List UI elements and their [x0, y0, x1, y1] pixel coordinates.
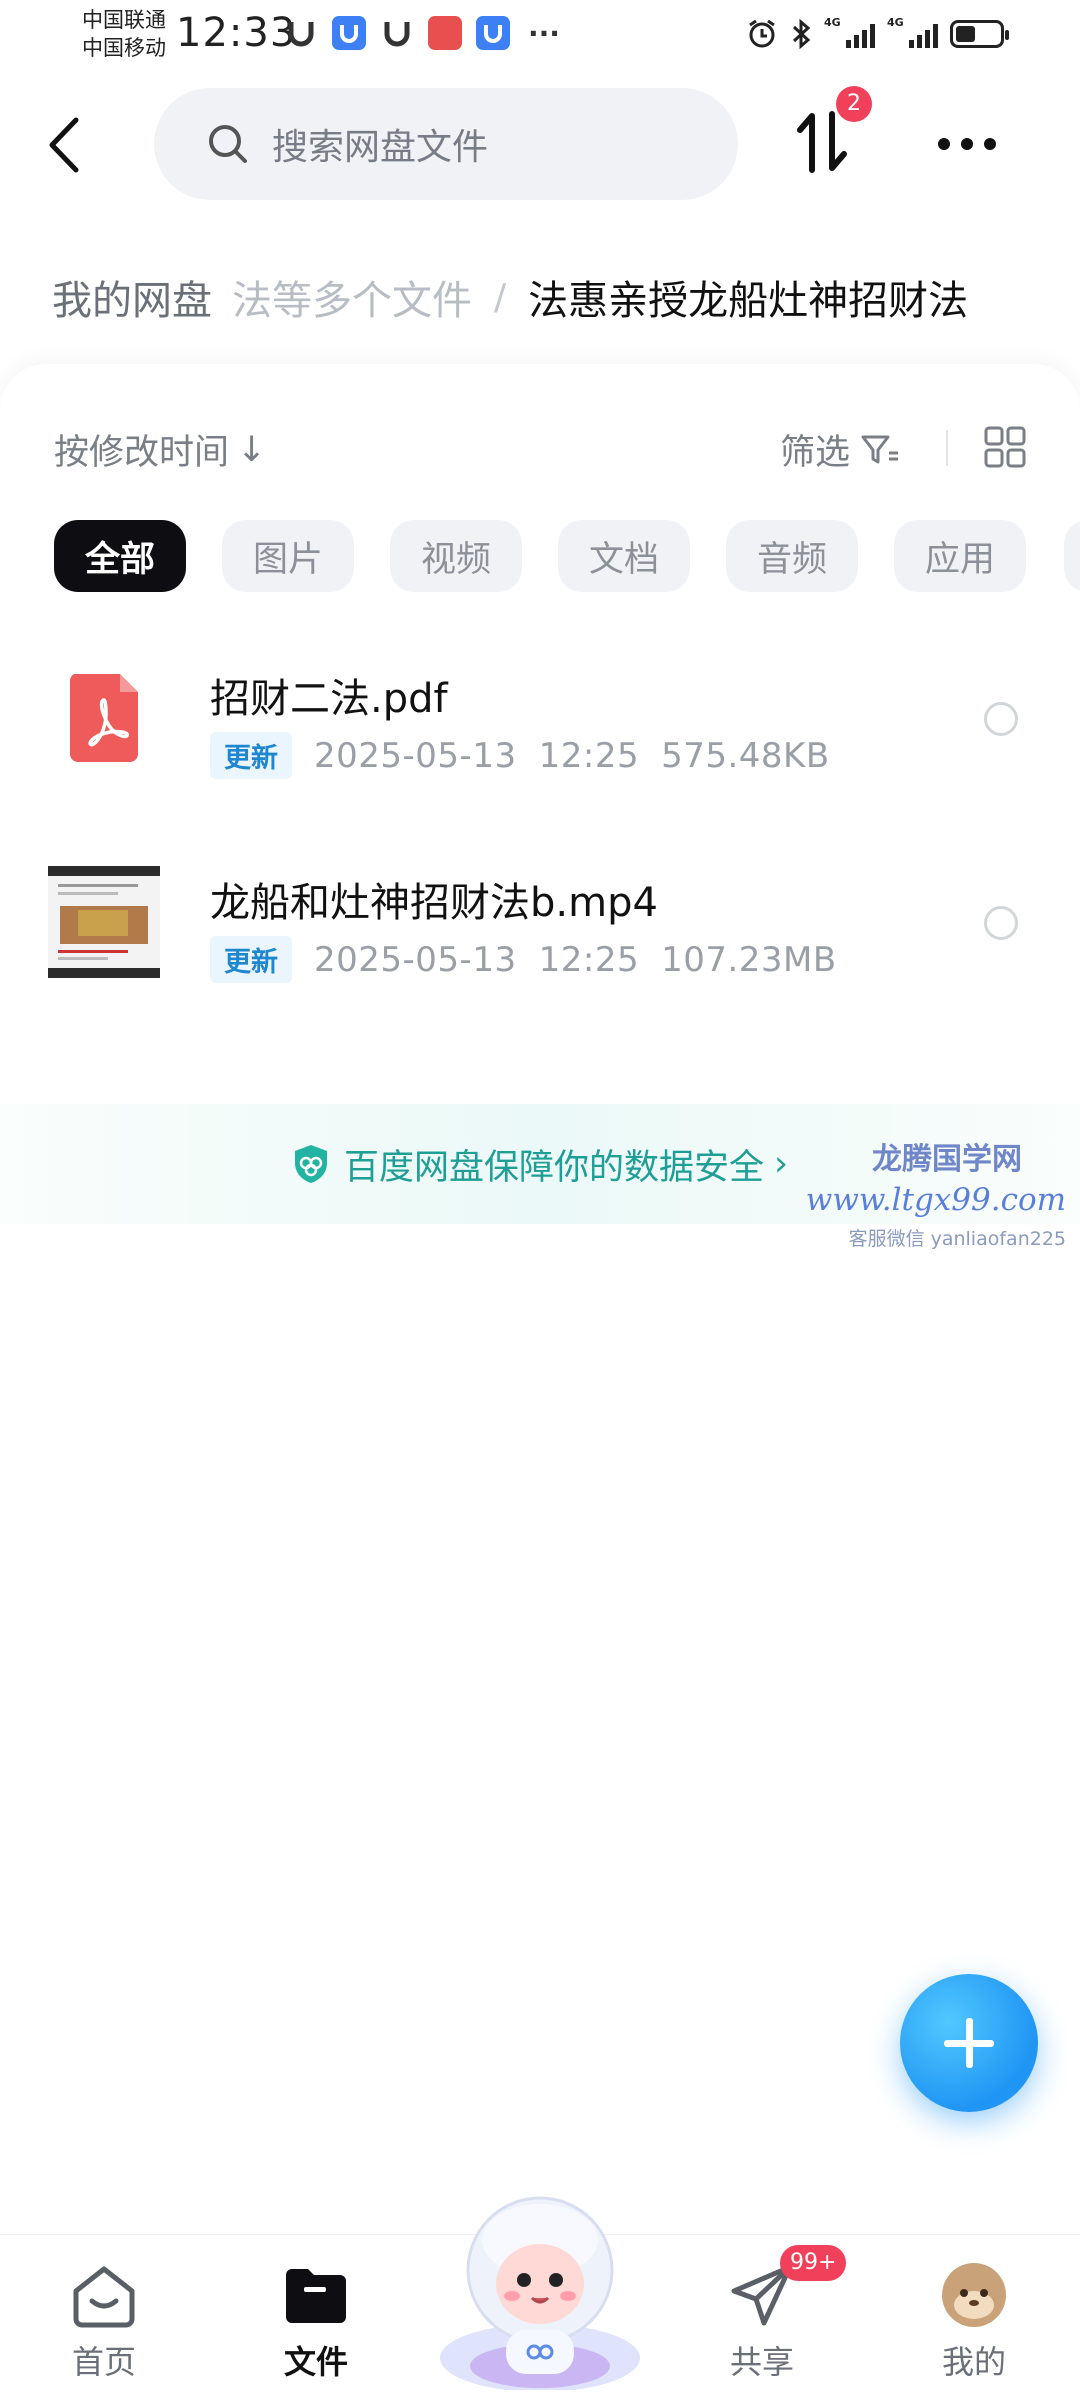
carrier-1: 中国联通 [82, 8, 166, 32]
signal-1-icon: 4G [824, 16, 875, 48]
file-name: 招财二法.pdf [210, 676, 448, 722]
add-button[interactable] [900, 1974, 1038, 2112]
paper-plane-icon: 99+ [726, 2245, 847, 2329]
filter-icon [861, 435, 899, 463]
select-checkbox[interactable] [984, 906, 1018, 940]
more-options-button[interactable] [932, 124, 1002, 164]
tab-mine[interactable]: 我的 [904, 2261, 1044, 2383]
bluetooth-icon [792, 18, 811, 50]
search-icon [209, 125, 247, 163]
chip-images[interactable]: 图片 [222, 520, 354, 592]
category-chips: 全部 图片 视频 文档 音频 应用 [54, 520, 1026, 592]
chip-audio[interactable]: 音频 [726, 520, 858, 592]
watermark-contact: 客服微信 yanliaofan225 [848, 1228, 1066, 1250]
filter-button[interactable]: 筛选 [780, 424, 900, 475]
chip-documents[interactable]: 文档 [558, 520, 690, 592]
watermark-url: www.ltgx99.com [805, 1182, 1066, 1218]
more-notifications-icon: ··· [528, 16, 560, 50]
chip-more-partial[interactable] [1064, 520, 1080, 592]
file-row[interactable]: 龙船和灶神招财法b.mp4 更新 2025-05-13 12:25 107.23… [0, 830, 1080, 1010]
chevron-right-icon: › [774, 1144, 788, 1184]
tab-files[interactable]: 文件 [246, 2261, 386, 2383]
video-thumbnail [48, 866, 160, 978]
app-notification-icon [476, 16, 510, 50]
chip-videos[interactable]: 视频 [390, 520, 522, 592]
pdf-file-icon [48, 662, 160, 774]
tab-mine-label: 我的 [941, 2343, 1006, 2381]
alarm-icon [749, 19, 775, 48]
tab-home[interactable]: 首页 [34, 2261, 174, 2383]
file-meta: 更新 2025-05-13 12:25 575.48KB [210, 732, 830, 779]
watermark-site-name: 龙腾国学网 [872, 1142, 1022, 1177]
tab-files-label: 文件 [283, 2343, 348, 2381]
grid-view-icon [984, 426, 1026, 468]
filter-label: 筛选 [780, 433, 851, 473]
breadcrumb-current: 法惠亲授龙船灶神招财法 [528, 278, 969, 324]
file-list-panel: 按修改时间 ↓ 筛选 全部 图片 视频 文档 音频 应用 招财二法.pdf 更新… [0, 364, 1080, 2234]
file-meta: 更新 2025-05-13 12:25 107.23MB [210, 936, 837, 983]
home-icon [68, 2261, 140, 2329]
sort-arrow-icon: ↓ [237, 429, 267, 470]
carrier-names: 中国联通 中国移动 [82, 6, 166, 62]
transfer-list-button[interactable]: 2 [794, 86, 872, 186]
grid-view-button[interactable] [984, 426, 1026, 468]
app-notification-icon [332, 16, 366, 50]
app-notification-icon [380, 16, 414, 50]
search-placeholder: 搜索网盘文件 [272, 127, 489, 168]
watermark: 龙腾国学网 www.ltgx99.com 客服微信 yanliaofan225 [806, 1134, 1066, 1251]
file-time: 12:25 [538, 735, 640, 776]
transfer-badge: 2 [836, 86, 872, 122]
signal-2-icon: 4G [887, 16, 938, 48]
share-badge: 99+ [780, 2245, 847, 2281]
status-bar: 中国联通 中国移动 12:33 ··· 4G 4G [0, 0, 1080, 72]
battery-icon [950, 20, 1009, 48]
tab-share[interactable]: 99+ 共享 [692, 2245, 847, 2383]
sort-label: 按修改时间 [54, 433, 230, 473]
notification-icons: ··· [284, 16, 564, 50]
folder-icon [280, 2261, 352, 2329]
breadcrumb-separator: / [494, 276, 507, 318]
avatar [938, 2261, 1010, 2329]
status-time: 12:33 [176, 10, 297, 56]
update-tag: 更新 [210, 732, 292, 779]
chip-all[interactable]: 全部 [54, 520, 186, 592]
tab-share-label: 共享 [729, 2343, 794, 2381]
toolbar-divider [946, 430, 948, 466]
file-date: 2025-05-13 [314, 735, 517, 776]
sort-button[interactable]: 按修改时间 ↓ [54, 424, 266, 475]
breadcrumb-middle[interactable]: 法等多个文件 [232, 268, 472, 326]
breadcrumb: 我的网盘 法等多个文件 / 法惠亲授龙船灶神招财法 [0, 250, 1080, 344]
chip-apps[interactable]: 应用 [894, 520, 1026, 592]
back-button[interactable] [40, 110, 90, 180]
file-size: 575.48KB [661, 735, 830, 776]
system-icons: 4G 4G [746, 16, 1009, 50]
file-name: 龙船和灶神招财法b.mp4 [210, 880, 658, 926]
app-notification-icon [284, 16, 318, 50]
app-notification-icon [428, 16, 462, 50]
ai-assistant-mascot[interactable] [430, 2180, 650, 2392]
update-tag: 更新 [210, 936, 292, 983]
file-row[interactable]: 招财二法.pdf 更新 2025-05-13 12:25 575.48KB [0, 626, 1080, 806]
tab-home-label: 首页 [71, 2343, 136, 2381]
chevron-left-icon [49, 117, 79, 173]
file-size: 107.23MB [661, 939, 837, 980]
more-dots-icon [938, 138, 996, 150]
breadcrumb-root[interactable]: 我的网盘 [0, 268, 232, 326]
search-input[interactable]: 搜索网盘文件 [154, 88, 738, 200]
carrier-2: 中国移动 [82, 36, 166, 60]
file-date: 2025-05-13 [314, 939, 517, 980]
select-checkbox[interactable] [984, 702, 1018, 736]
file-time: 12:25 [538, 939, 640, 980]
security-text: 百度网盘保障你的数据安全 [343, 1147, 764, 1188]
shield-icon [294, 1145, 327, 1183]
